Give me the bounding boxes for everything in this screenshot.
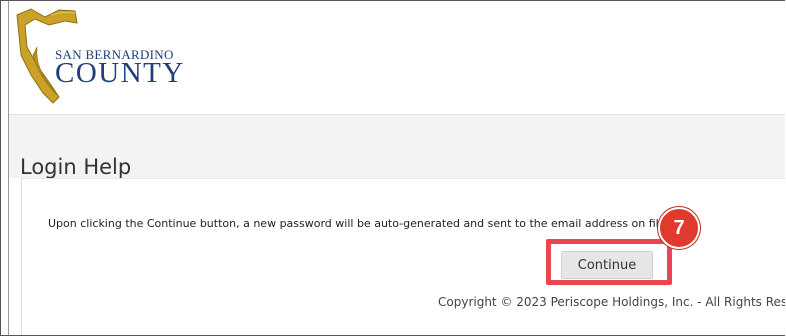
page-title: Login Help bbox=[20, 155, 132, 180]
login-help-panel: Upon clicking the Continue button, a new… bbox=[21, 178, 785, 335]
browser-frame: SAN BERNARDINO COUNTY Login Help Upon cl… bbox=[0, 0, 785, 336]
county-logo[interactable]: SAN BERNARDINO COUNTY bbox=[13, 7, 183, 107]
continue-button[interactable]: Continue bbox=[561, 251, 653, 279]
logo-text-county: COUNTY bbox=[55, 57, 185, 89]
step-number-badge: 7 bbox=[658, 207, 700, 249]
page-title-bar: Login Help bbox=[9, 114, 785, 180]
info-message: Upon clicking the Continue button, a new… bbox=[48, 217, 669, 230]
site-header: SAN BERNARDINO COUNTY bbox=[9, 1, 785, 114]
copyright-text: Copyright © 2023 Periscope Holdings, Inc… bbox=[438, 295, 785, 309]
